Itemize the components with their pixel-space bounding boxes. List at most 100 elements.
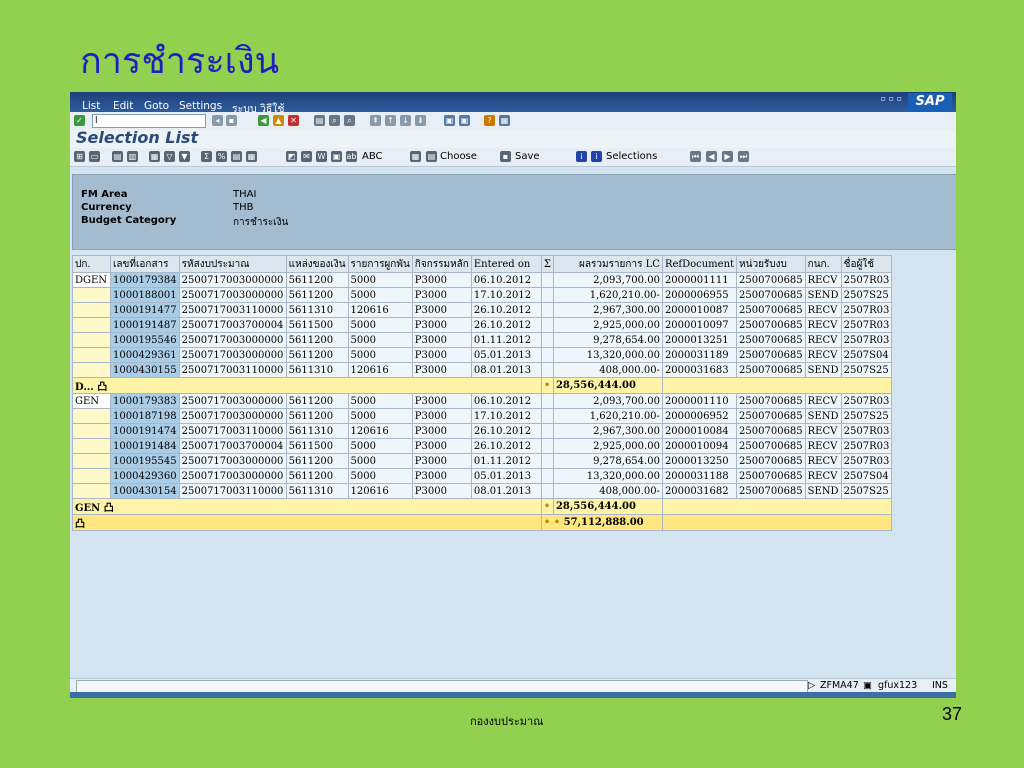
column-header[interactable]: Entered on <box>470 255 542 273</box>
graphic-icon[interactable]: ◩ <box>286 151 297 162</box>
document-number-cell[interactable]: 1000188001 <box>110 287 180 303</box>
back-icon[interactable]: ◀ <box>258 115 269 126</box>
table-row[interactable]: 1000429361 2500717003000000 5611200 5000 P30… <box>72 347 893 363</box>
details-icon[interactable]: ⊞ <box>74 151 85 162</box>
previous-icon[interactable]: ◀ <box>706 151 717 162</box>
menu-edit[interactable]: Edit <box>113 100 133 112</box>
local-file-icon[interactable]: ▣ <box>331 151 342 162</box>
select-icon[interactable]: ▭ <box>89 151 100 162</box>
document-number-cell[interactable]: 1000191484 <box>110 438 180 454</box>
column-header[interactable]: ผลรวมรายการ LC <box>552 255 663 273</box>
print-icon[interactable]: ▤ <box>314 115 325 126</box>
document-number-cell[interactable]: 1000191487 <box>110 317 180 333</box>
mail-icon[interactable]: ✉ <box>301 151 312 162</box>
spreadsheet-icon[interactable]: ▦ <box>246 151 257 162</box>
save-icon[interactable]: ▪ <box>226 115 237 126</box>
table-row[interactable]: 1000429360 2500717003000000 5611200 5000 P30… <box>72 468 893 484</box>
status-expand-icon[interactable]: ▷ <box>808 680 815 691</box>
last-icon[interactable]: ⏭ <box>738 151 749 162</box>
back-arrow-icon[interactable]: ◂ <box>212 115 223 126</box>
document-number-cell[interactable]: 1000191474 <box>110 423 180 439</box>
subtotal-row[interactable]: D... 凸 • 28,556,444.00 <box>72 377 893 394</box>
document-number-cell[interactable]: 1000429361 <box>110 347 180 363</box>
enter-icon[interactable]: ✓ <box>74 115 85 126</box>
menu-settings[interactable]: Settings <box>179 100 222 112</box>
grand-total-row[interactable]: 凸 • • 57,112,888.00 <box>72 514 893 531</box>
selections-icon[interactable]: i <box>591 151 602 162</box>
column-header[interactable]: กนก. <box>804 255 842 273</box>
document-number-cell[interactable]: 1000179383 <box>110 393 180 409</box>
table-row[interactable]: 1000430154 2500717003110000 5611310 120616 P… <box>72 483 893 499</box>
layout-icon[interactable]: ▦ <box>499 115 510 126</box>
first-page-icon[interactable]: ⇞ <box>370 115 381 126</box>
document-number-cell[interactable]: 1000195545 <box>110 453 180 469</box>
menu-list[interactable]: List <box>82 100 100 112</box>
document-number-cell[interactable]: 1000195546 <box>110 332 180 348</box>
filter-off-icon[interactable]: ▼ <box>179 151 190 162</box>
column-header[interactable]: หน่วยรับงบ <box>736 255 806 273</box>
table-row[interactable]: 1000195546 2500717003000000 5611200 5000 P30… <box>72 332 893 348</box>
document-number-cell[interactable]: 1000187198 <box>110 408 180 424</box>
filter-icon[interactable]: ▽ <box>164 151 175 162</box>
column-header[interactable]: กิจกรรมหลัก <box>411 255 472 273</box>
table-row[interactable]: 1000430155 2500717003110000 5611310 120616 P… <box>72 362 893 378</box>
subtotal-icon[interactable]: % <box>216 151 227 162</box>
table-row[interactable]: 1000191477 2500717003110000 5611310 120616 P… <box>72 302 893 318</box>
new-session-icon[interactable]: ▣ <box>444 115 455 126</box>
table-row[interactable]: 1000187198 2500717003000000 5611200 5000 P30… <box>72 408 893 424</box>
column-header[interactable]: RefDocument <box>661 255 738 273</box>
choose-icon[interactable]: ▤ <box>426 151 437 162</box>
subtotal-row[interactable]: GEN 凸 • 28,556,444.00 <box>72 498 893 515</box>
group-cell <box>72 287 111 303</box>
table-row[interactable]: 1000191487 2500717003700004 5611500 5000 P30… <box>72 317 893 333</box>
document-number-cell[interactable]: 1000430155 <box>110 362 180 378</box>
table-row[interactable]: GEN 1000179383 2500717003000000 5611200 5000… <box>72 393 893 409</box>
table-row[interactable]: 1000191474 2500717003110000 5611310 120616 P… <box>72 423 893 439</box>
find-next-icon[interactable]: ⌕ <box>344 115 355 126</box>
next-icon[interactable]: ▶ <box>722 151 733 162</box>
commitment-item-cell: 5000 <box>347 438 413 454</box>
sort-desc-icon[interactable]: ▥ <box>127 151 138 162</box>
last-page-icon[interactable]: ⇟ <box>415 115 426 126</box>
column-header[interactable]: ชื่อผู้ใช้ <box>840 255 893 273</box>
abc-button[interactable]: ABC <box>362 151 383 162</box>
find-icon[interactable]: ⌕ <box>329 115 340 126</box>
column-header[interactable]: แหล่งของเงิน <box>285 255 349 273</box>
server-icon[interactable]: ▣ <box>863 680 872 691</box>
command-field[interactable]: l <box>92 114 206 128</box>
choose-button[interactable]: Choose <box>440 151 477 162</box>
column-header[interactable]: รายการผูกพัน <box>347 255 413 273</box>
grid-icon[interactable]: ▦ <box>410 151 421 162</box>
table-row[interactable]: 1000188001 2500717003000000 5611200 5000 P30… <box>72 287 893 303</box>
abc-icon[interactable]: ab <box>346 151 357 162</box>
cancel-icon[interactable]: ✕ <box>288 115 299 126</box>
save-layout-icon[interactable]: ▪ <box>500 151 511 162</box>
column-header[interactable]: ปก. <box>72 255 111 273</box>
sort-icon[interactable]: ▤ <box>112 151 123 162</box>
help-icon[interactable]: ? <box>484 115 495 126</box>
table-row[interactable]: 1000191484 2500717003700004 5611500 5000 P30… <box>72 438 893 454</box>
next-page-icon[interactable]: ↓ <box>400 115 411 126</box>
selections-button[interactable]: Selections <box>606 151 657 162</box>
table-row[interactable]: DGEN 1000179384 2500717003000000 5611200 500… <box>72 272 893 288</box>
print-preview-icon[interactable]: ▦ <box>149 151 160 162</box>
document-number-cell[interactable]: 1000430154 <box>110 483 180 499</box>
word-icon[interactable]: W <box>316 151 327 162</box>
export-icon[interactable]: ▤ <box>231 151 242 162</box>
document-number-cell[interactable]: 1000179384 <box>110 272 180 288</box>
first-icon[interactable]: ⏮ <box>690 151 701 162</box>
menu-goto[interactable]: Goto <box>144 100 169 112</box>
info-icon[interactable]: i <box>576 151 587 162</box>
table-row[interactable]: 1000195545 2500717003000000 5611200 5000 P30… <box>72 453 893 469</box>
prev-page-icon[interactable]: ↑ <box>385 115 396 126</box>
save-button[interactable]: Save <box>515 151 540 162</box>
column-header[interactable]: รหัสงบประมาณ <box>178 255 287 273</box>
sum-icon[interactable]: Σ <box>201 151 212 162</box>
column-header[interactable]: เลขที่เอกสาร <box>110 255 180 273</box>
shortcut-icon[interactable]: ▣ <box>459 115 470 126</box>
column-header[interactable]: Σ <box>540 255 554 273</box>
exit-icon[interactable]: ▲ <box>273 115 284 126</box>
document-number-cell[interactable]: 1000429360 <box>110 468 180 484</box>
document-number-cell[interactable]: 1000191477 <box>110 302 180 318</box>
window-controls-icon[interactable]: ▫ ▫ ▫ <box>881 94 902 103</box>
